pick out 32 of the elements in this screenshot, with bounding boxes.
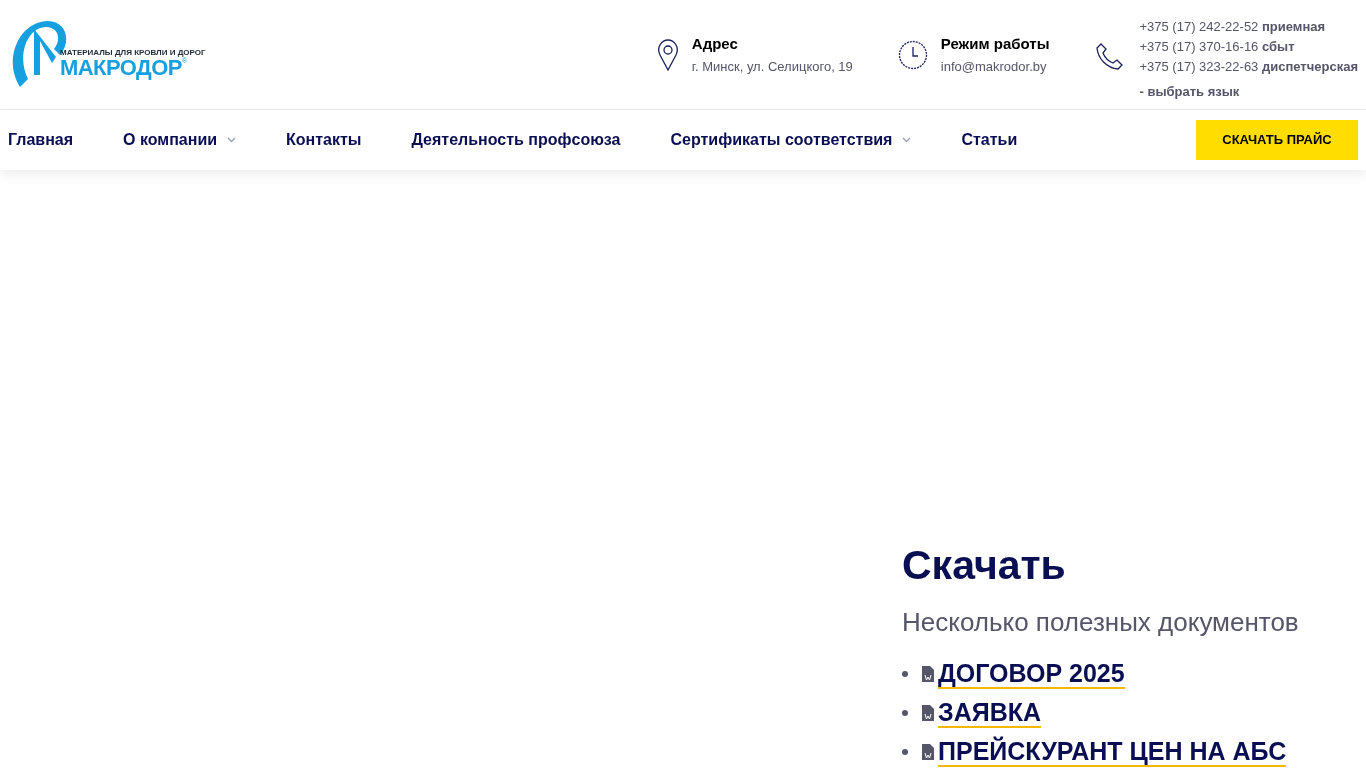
document-link[interactable]: ДОГОВОР 2025: [938, 658, 1125, 689]
logo-tagline: МАТЕРИАЛЫ ДЛЯ КРОВЛИ И ДОРОГ: [60, 48, 206, 57]
document-link[interactable]: ЗАЯВКА: [938, 697, 1042, 728]
phone-line: +375 (17) 370-16-16 сбыт: [1139, 38, 1296, 57]
download-price-button[interactable]: СКАЧАТЬ ПРАЙС: [1196, 120, 1358, 160]
contact-title: Адрес: [691, 33, 739, 54]
nav-link[interactable]: Главная: [8, 128, 74, 152]
bullet-icon: [902, 748, 908, 755]
nav-link[interactable]: Деятельность профсоюза: [411, 128, 621, 152]
contact-text: info@makrodor.by: [940, 58, 1048, 76]
contact-title: Режим работы: [940, 33, 1050, 54]
section-subtitle: Несколько полезных документов: [902, 606, 1300, 639]
document-icon: [922, 704, 934, 721]
document-icon: [922, 743, 934, 760]
clock-icon: [897, 39, 928, 70]
map-pin-icon: [656, 38, 679, 71]
nav-link[interactable]: Статьи: [961, 128, 1018, 152]
document-icon: [922, 665, 934, 682]
nav-link[interactable]: О компании: [123, 128, 237, 152]
section-heading: Скачать: [902, 545, 1067, 586]
phone-line: +375 (17) 323-22-63 диспетчерская: [1139, 58, 1358, 77]
bullet-icon: [902, 709, 908, 716]
nav-link[interactable]: Контакты: [286, 128, 362, 152]
contact-text: г. Минск, ул. Селицкого, 19: [691, 58, 853, 76]
phone-line: +375 (17) 242-22-52 приемная: [1139, 18, 1327, 37]
chevron-down-icon: [902, 137, 912, 143]
nav-link[interactable]: Сертификаты соответствия: [670, 128, 912, 152]
logo-name: МАКРОДОР: [60, 56, 182, 79]
chevron-down-icon: [227, 137, 237, 143]
document-link[interactable]: ПРЕЙСКУРАНТ ЦЕН НА АБС: [938, 736, 1287, 767]
bullet-icon: [902, 670, 908, 677]
language-link[interactable]: - выбрать язык: [1139, 82, 1358, 102]
